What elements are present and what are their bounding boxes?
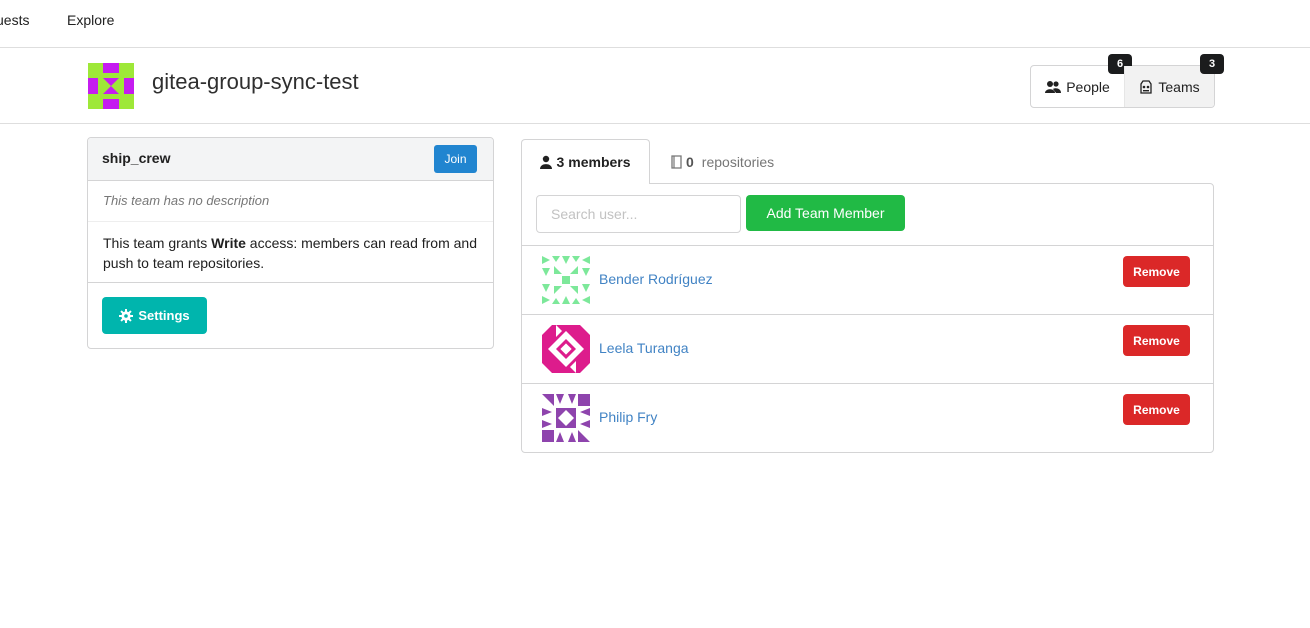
remove-member-button[interactable]: Remove bbox=[1123, 325, 1190, 356]
book-icon bbox=[671, 154, 682, 169]
people-label: People bbox=[1066, 78, 1110, 95]
teams-tab[interactable]: Teams 3 bbox=[1124, 54, 1224, 107]
add-member-row: Add Team Member bbox=[522, 184, 1213, 246]
tab-members[interactable]: 3 members bbox=[521, 139, 650, 184]
org-avatar[interactable] bbox=[88, 63, 134, 109]
people-icon bbox=[1045, 80, 1062, 93]
team-card-header: ship_crew Join bbox=[88, 138, 493, 181]
teams-label: Teams bbox=[1158, 78, 1200, 95]
nav-pull-requests[interactable]: uests bbox=[0, 12, 29, 28]
search-user-input[interactable] bbox=[536, 195, 741, 233]
team-info-card: ship_crew Join This team has no descript… bbox=[87, 137, 494, 349]
grant-prefix: This team grants bbox=[103, 235, 212, 251]
member-avatar[interactable] bbox=[542, 325, 590, 373]
team-description: This team has no description bbox=[88, 181, 493, 222]
members-tab-label: members bbox=[568, 154, 631, 170]
members-panel: Add Team Member Bender Rodríguez Remove bbox=[521, 183, 1214, 453]
add-team-member-button[interactable]: Add Team Member bbox=[746, 195, 905, 231]
org-name: gitea-group-sync-test bbox=[152, 69, 359, 94]
person-icon bbox=[540, 155, 553, 169]
member-avatar[interactable] bbox=[542, 256, 590, 304]
join-button[interactable]: Join bbox=[434, 145, 477, 173]
settings-button[interactable]: Settings bbox=[102, 297, 207, 334]
tab-repositories[interactable]: 0 repositories bbox=[670, 139, 774, 184]
settings-label: Settings bbox=[138, 308, 190, 323]
members-count: 3 bbox=[556, 154, 565, 170]
member-name-link[interactable]: Bender Rodríguez bbox=[599, 271, 713, 287]
member-name-link[interactable]: Leela Turanga bbox=[599, 340, 689, 356]
member-row: Leela Turanga Remove bbox=[522, 315, 1213, 384]
grant-access-level: Write bbox=[211, 235, 246, 251]
member-avatar[interactable] bbox=[542, 394, 590, 442]
nav-explore[interactable]: Explore bbox=[67, 12, 114, 28]
teams-count-badge: 3 bbox=[1200, 54, 1224, 74]
people-tab[interactable]: People 6 bbox=[1031, 54, 1132, 107]
member-name-link[interactable]: Philip Fry bbox=[599, 409, 657, 425]
gear-icon bbox=[119, 308, 134, 323]
remove-member-button[interactable]: Remove bbox=[1123, 256, 1190, 287]
team-access-text: This team grants Write access: members c… bbox=[88, 222, 493, 283]
member-row: Philip Fry Remove bbox=[522, 384, 1213, 453]
team-name: ship_crew bbox=[102, 150, 171, 166]
org-menu: People 6 Teams 3 bbox=[1030, 54, 1224, 108]
top-navbar: uests Explore bbox=[0, 0, 1310, 48]
repositories-tab-label: repositories bbox=[701, 153, 775, 170]
remove-member-button[interactable]: Remove bbox=[1123, 394, 1190, 425]
teams-icon bbox=[1140, 79, 1153, 94]
repositories-count: 0 bbox=[686, 153, 694, 170]
member-row: Bender Rodríguez Remove bbox=[522, 246, 1213, 315]
org-header: gitea-group-sync-test People 6 Teams 3 bbox=[0, 48, 1310, 124]
